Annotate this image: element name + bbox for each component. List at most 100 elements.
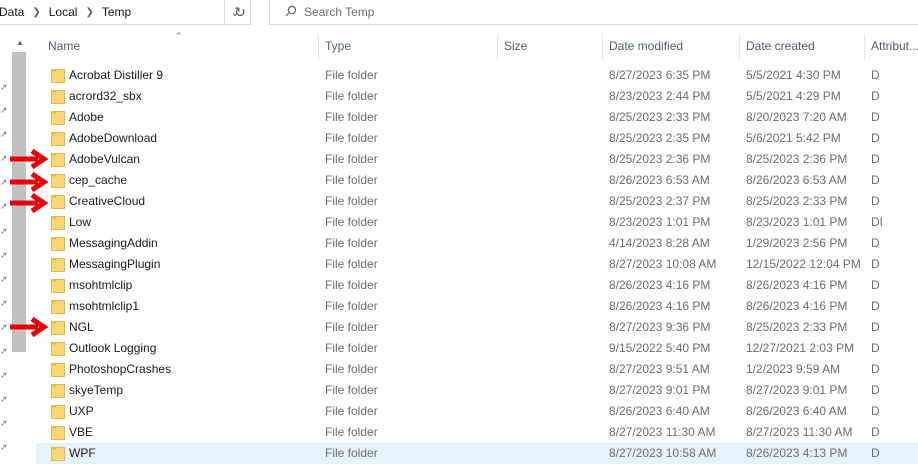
file-type: File folder [325,383,378,397]
file-date-modified: 8/26/2023 4:16 PM [609,278,711,292]
pin-icon[interactable]: ➚ [0,105,10,115]
file-name[interactable]: AdobeVulcan [69,149,140,170]
table-row[interactable]: skyeTemp File folder 8/27/2023 9:01 PM 8/27… [36,380,918,401]
file-date-created: 5/6/2021 5:42 PM [746,131,841,145]
column-header-date-created[interactable]: Date created [740,30,864,62]
pin-icon[interactable]: ➚ [0,250,10,260]
file-attributes: D [871,362,880,376]
table-row[interactable]: msohtmlclip File folder 8/26/2023 4:16 PM 8… [36,275,918,296]
file-name[interactable]: NGL [69,317,94,338]
file-type: File folder [325,299,378,313]
red-arrow-icon [10,148,48,170]
file-type: File folder [325,236,378,250]
file-name[interactable]: Adobe [69,107,104,128]
file-attributes: D [871,173,880,187]
file-type: File folder [325,257,378,271]
breadcrumb-temp[interactable]: Temp [102,5,131,19]
refresh-button[interactable]: ↻ [224,0,255,24]
file-name[interactable]: cep_cache [69,170,127,191]
file-date-modified: 8/27/2023 10:08 AM [609,257,717,271]
folder-icon [51,111,65,125]
table-row[interactable]: AdobeVulcan File folder 8/25/2023 2:36 PM 8… [36,149,918,170]
file-attributes: D [871,404,880,418]
breadcrumb-local[interactable]: Local [49,5,78,19]
table-row[interactable]: VBE File folder 8/27/2023 11:30 AM 8/27/202… [36,422,918,443]
table-row[interactable]: Acrobat Distiller 9 File folder 8/27/2023 … [36,65,918,86]
file-name[interactable]: PhotoshopCrashes [69,359,171,380]
file-name[interactable]: AdobeDownload [69,128,157,149]
file-date-created: 8/27/2023 11:30 AM [746,425,853,439]
pin-icon[interactable]: ➚ [0,274,10,284]
folder-icon [51,300,65,314]
table-row[interactable]: Adobe File folder 8/25/2023 2:33 PM 8/20/20… [36,107,918,128]
file-name[interactable]: UXP [69,401,94,422]
pin-icon[interactable]: ➚ [0,129,10,139]
table-row[interactable]: msohtmlclip1 File folder 8/26/2023 4:16 PM… [36,296,918,317]
file-type: File folder [325,425,378,439]
table-row[interactable]: acrord32_sbx File folder 8/23/2023 2:44 PM… [36,86,918,107]
scroll-up-icon[interactable]: ▲ [14,38,26,48]
pin-icon[interactable]: ➚ [0,82,10,92]
chevron-right-icon: ❯ [85,6,94,18]
file-type: File folder [325,131,378,145]
search-box[interactable] [269,0,918,25]
red-arrow-icon [10,192,48,214]
table-row[interactable]: MessagingPlugin File folder 8/27/2023 10:0… [36,254,918,275]
breadcrumb-data[interactable]: Data [0,5,24,19]
file-type: File folder [325,68,378,82]
file-type: File folder [325,404,378,418]
folder-icon [51,363,65,377]
table-row[interactable]: Outlook Logging File folder 9/15/2022 5:40… [36,338,918,359]
file-date-created: 5/5/2021 4:30 PM [746,68,841,82]
file-name[interactable]: msohtmlclip [69,275,132,296]
file-list: Acrobat Distiller 9 File folder 8/27/2023 … [36,65,918,464]
file-name[interactable]: acrord32_sbx [69,86,142,107]
file-date-modified: 8/23/2023 2:44 PM [609,89,711,103]
address-bar[interactable]: Data ❯ Local ❯ Temp ⌄ [0,0,251,25]
table-row[interactable]: AdobeDownload File folder 8/25/2023 2:35 P… [36,128,918,149]
table-row[interactable]: PhotoshopCrashes File folder 8/27/2023 9:5… [36,359,918,380]
file-name[interactable]: Acrobat Distiller 9 [69,65,163,86]
search-input[interactable] [304,5,604,19]
file-name[interactable]: WPF [69,443,96,464]
file-name[interactable]: Outlook Logging [69,338,156,359]
pin-icon[interactable]: ➚ [0,370,10,380]
file-attributes: D [871,425,880,439]
table-row[interactable]: NGL File folder 8/27/2023 9:36 PM 8/25/2023… [36,317,918,338]
file-type: File folder [325,173,378,187]
table-row[interactable]: Low File folder 8/23/2023 1:01 PM 8/23/2023… [36,212,918,233]
table-row[interactable]: cep_cache File folder 8/26/2023 6:53 AM 8/2… [36,170,918,191]
table-row[interactable]: WPF File folder 8/27/2023 10:58 AM 8/26/202… [36,443,918,464]
pin-icon[interactable]: ➚ [0,442,10,452]
pin-icon[interactable]: ➚ [0,226,10,236]
column-header-type[interactable]: Type [319,30,497,62]
file-name[interactable]: skyeTemp [69,380,123,401]
file-date-modified: 8/25/2023 2:37 PM [609,194,711,208]
file-name[interactable]: msohtmlclip1 [69,296,139,317]
file-date-modified: 8/23/2023 1:01 PM [609,215,711,229]
file-name[interactable]: CreativeCloud [69,191,145,212]
pin-icon[interactable]: ➚ [0,394,10,404]
file-date-created: 12/27/2021 2:03 PM [746,341,855,355]
search-icon [278,5,304,20]
folder-icon [51,384,65,398]
table-row[interactable]: CreativeCloud File folder 8/25/2023 2:37 P… [36,191,918,212]
file-date-modified: 8/25/2023 2:36 PM [609,152,711,166]
pin-icon[interactable]: ➚ [0,346,10,356]
pin-icon[interactable]: ➚ [0,298,10,308]
file-name[interactable]: MessagingAddin [69,233,158,254]
folder-icon [51,90,65,104]
column-header-date-modified[interactable]: Date modified [603,30,739,62]
table-row[interactable]: UXP File folder 8/26/2023 6:40 AM 8/26/2023… [36,401,918,422]
table-row[interactable]: MessagingAddin File folder 4/14/2023 8:28 … [36,233,918,254]
file-date-created: 1/2/2023 9:59 AM [746,362,841,376]
file-name[interactable]: MessagingPlugin [69,254,160,275]
file-name[interactable]: VBE [69,422,93,443]
pin-icon[interactable]: ➚ [0,418,10,428]
file-name[interactable]: Low [69,212,91,233]
column-header-size[interactable]: Size [498,30,602,62]
red-arrow-icon [10,316,48,338]
column-header-attributes[interactable]: Attribut... [865,30,918,62]
file-attributes: D [871,236,880,250]
folder-icon [51,258,65,272]
